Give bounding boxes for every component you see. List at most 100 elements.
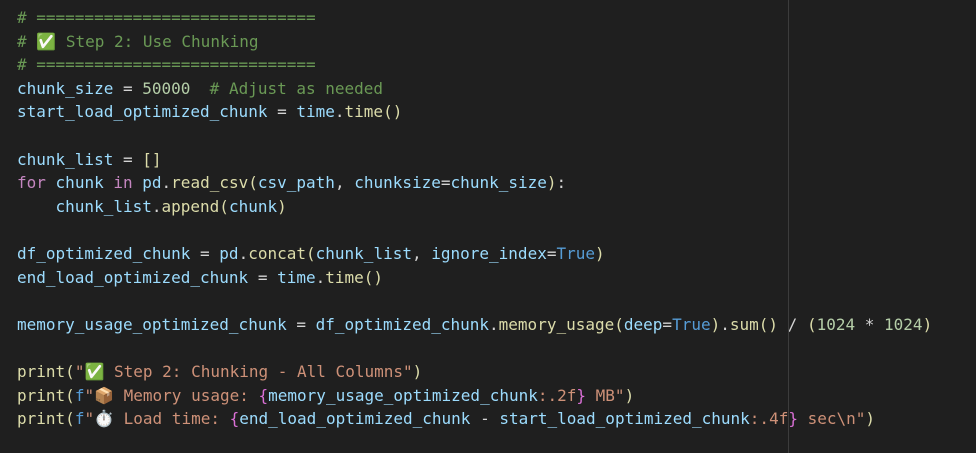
code-token: memory_usage_optimized_chunk [17,314,287,334]
code-token: in [113,173,133,193]
code-token: ) [412,361,423,381]
code-token: f [74,409,85,429]
code-token: memory_usage [498,314,615,334]
code-token: ) [595,243,605,263]
code-line[interactable]: df_optimized_chunk = pd.concat(chunk_lis… [17,242,976,266]
code-token: : [556,173,567,193]
code-token: . [334,102,345,122]
code-token: { [258,385,269,405]
code-line[interactable]: ​ [17,289,976,313]
code-token: "✅ Step 2: Chunking - All Columns" [74,361,413,381]
code-token: time [277,267,316,287]
code-token: ( [614,314,624,334]
code-token: 50000 [142,78,191,98]
code-token: , [411,243,432,263]
code-token: ( [219,196,229,216]
code-line[interactable]: print(f"⏱️ Load time: {end_load_optimize… [17,407,976,431]
code-token: ) [546,173,557,193]
code-token: chunk_size [17,78,114,98]
code-token: print [17,385,66,405]
code-token: = [267,102,297,122]
code-token: "📦 Memory usage: [84,385,259,405]
code-line[interactable]: ​ [17,336,976,360]
code-token: read_csv [171,173,249,193]
code-token: = [662,314,673,334]
code-token: [] [142,149,162,169]
code-editor[interactable]: # ============================= # ✅ Step … [17,6,976,453]
code-token: () [758,314,779,334]
code-token: chunk_list [315,243,412,263]
code-token: MB" [586,385,625,405]
code-token: ( [65,361,75,381]
code-token: print [17,361,66,381]
code-line[interactable]: end_load_optimized_chunk = time.time() [17,266,976,290]
code-token: = [113,78,143,98]
code-token: sec\n" [797,409,866,429]
code-token: chunk_list [55,196,152,216]
code-token: . [489,314,499,334]
code-line[interactable]: print("✅ Step 2: Chunking - All Columns"… [17,360,976,384]
code-line[interactable]: # ============================= [17,6,976,30]
code-token: # ✅ Step 2: Use Chunking [17,31,259,51]
code-token: ) [865,409,876,429]
code-token: - [470,409,500,429]
code-token: . [151,196,162,216]
code-token: ) [624,385,635,405]
code-line[interactable]: print(f"📦 Memory usage: {memory_usage_op… [17,384,976,408]
code-line[interactable]: ​ [17,218,976,242]
code-line[interactable]: chunk_list.append(chunk) [17,195,976,219]
code-line[interactable]: for chunk in pd.read_csv(csv_path, chunk… [17,171,976,195]
code-token: } [788,409,798,429]
code-token: ( [806,314,817,334]
code-token: ignore_index [431,243,547,263]
code-token: df_optimized_chunk [17,243,191,263]
code-line[interactable]: ​ [17,124,976,148]
code-token: . [161,173,172,193]
code-token: { [229,409,240,429]
code-token: = [248,267,278,287]
indent-guide-ruler [788,0,789,453]
code-token: chunk [55,173,104,193]
code-token: pd [142,173,162,193]
code-token: chunksize [354,173,441,193]
code-token: ( [248,173,258,193]
code-token: () [363,267,384,287]
code-token: concat [248,243,306,263]
code-token: ( [65,409,75,429]
code-token: , [334,173,355,193]
code-token: # ============================= [17,8,316,27]
code-token: sum [729,314,759,334]
code-token: . [315,267,326,287]
code-token: ( [65,385,75,405]
code-token: "⏱️ Load time: [84,409,230,429]
code-token: end_load_optimized_chunk [239,409,471,429]
code-token: = [286,314,316,334]
code-line[interactable]: # ============================= [17,53,976,77]
code-token: print [17,409,66,429]
code-token: 1024 [816,314,856,334]
code-token: for [17,173,46,193]
code-token: # ============================= [17,55,316,75]
code-line[interactable]: memory_usage_optimized_chunk = df_optimi… [17,313,976,337]
code-token: . [720,314,730,334]
code-token: csv_path [257,173,335,193]
code-line[interactable]: chunk_list = [] [17,148,976,172]
code-token: time [296,102,335,122]
code-token: ) [277,196,287,216]
code-token: * [855,314,885,334]
code-token: df_optimized_chunk [315,314,490,334]
code-token: = [190,243,220,263]
code-token: time [344,102,384,122]
code-token: end_load_optimized_chunk [17,267,249,287]
code-token: = [440,173,451,193]
code-line[interactable]: start_load_optimized_chunk = time.time() [17,100,976,124]
code-token: deep [623,314,663,334]
code-token: () [383,102,403,122]
code-token: / [778,314,807,334]
code-line[interactable]: chunk_size = 50000 # Adjust as needed [17,77,976,101]
code-line[interactable]: # ✅ Step 2: Use Chunking [17,30,976,54]
code-token: chunk_size [450,173,547,193]
